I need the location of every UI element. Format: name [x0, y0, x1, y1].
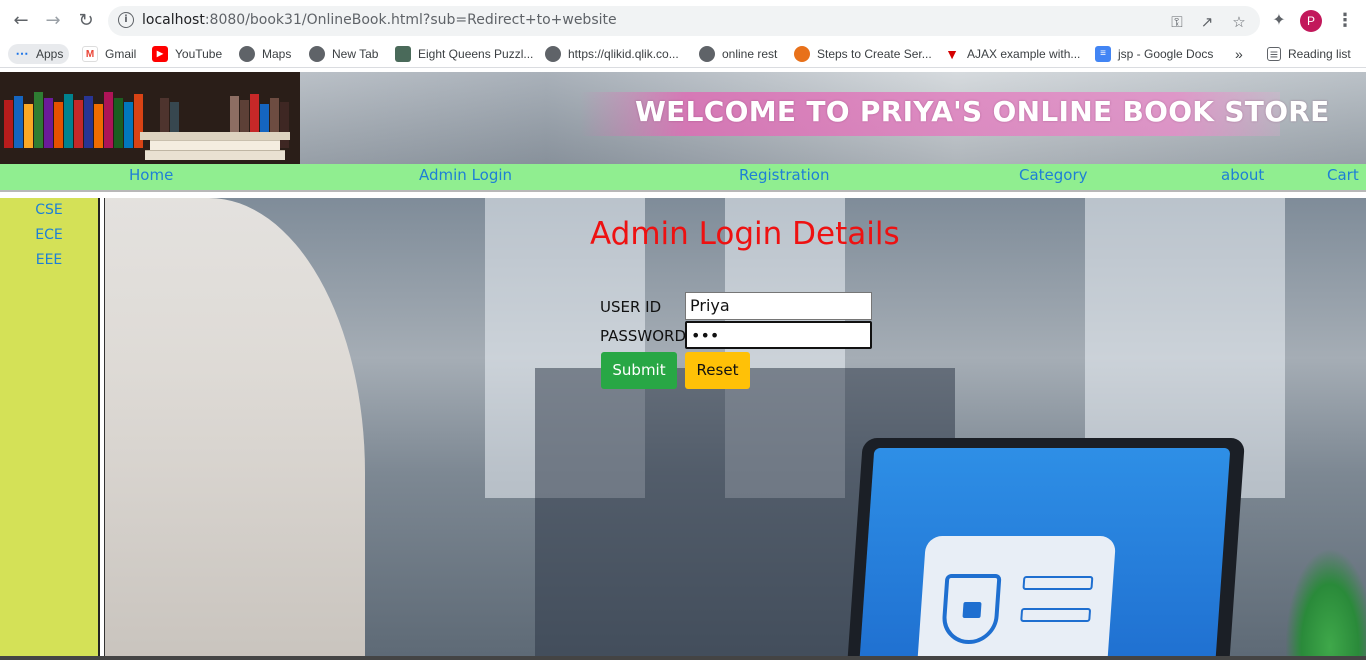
extensions-puzzle-icon[interactable]: ✦ [1269, 10, 1289, 30]
password-label: PASSWORD [600, 327, 687, 345]
share-icon[interactable]: ↗ [1198, 13, 1216, 31]
nav-category-link[interactable]: Category [1019, 166, 1088, 184]
bookmark-jsp-docs[interactable]: ≡ jsp - Google Docs [1095, 44, 1213, 64]
user-id-label: USER ID [600, 298, 662, 316]
user-id-input[interactable]: Priya [685, 292, 872, 320]
password-input[interactable]: ••• [685, 321, 872, 349]
shield-lock-icon [940, 574, 1002, 644]
web-page: WELCOME TO PRIYA'S ONLINE BOOK STORE Hom… [0, 72, 1366, 656]
reading-list-icon: ≡ [1267, 47, 1281, 61]
bookmark-new-tab[interactable]: New Tab [309, 44, 378, 64]
header-banner: WELCOME TO PRIYA'S ONLINE BOOK STORE [0, 72, 1366, 164]
bookmark-ajax[interactable]: ▼ AJAX example with... [944, 44, 1080, 64]
main-content-frame: Admin Login Details USER ID Priya PASSWO… [104, 198, 1366, 656]
url-text[interactable]: localhost:8080/book31/OnlineBook.html?su… [142, 12, 617, 28]
main-navbar: Home Admin Login Registration Category a… [0, 164, 1366, 192]
forward-arrow-icon[interactable]: → [42, 10, 64, 32]
sidebar-item-cse[interactable]: CSE [0, 202, 98, 218]
window-bottom-edge [0, 656, 1366, 660]
back-arrow-icon[interactable]: ← [10, 10, 32, 32]
bookmark-steps[interactable]: Steps to Create Ser... [794, 44, 932, 64]
background-plant-image [1285, 548, 1366, 656]
key-icon[interactable]: ⚿ [1168, 13, 1186, 31]
bookmark-online-rest[interactable]: online rest [699, 44, 777, 64]
submit-button[interactable]: Submit [601, 352, 677, 389]
login-form-title: Admin Login Details [590, 216, 900, 252]
nav-admin-login-link[interactable]: Admin Login [419, 166, 512, 184]
nav-registration-link[interactable]: Registration [739, 166, 829, 184]
nav-about-link[interactable]: about [1221, 166, 1264, 184]
bookmark-eight-queens[interactable]: Eight Queens Puzzl... [395, 44, 533, 64]
category-sidebar: CSE ECE EEE [0, 198, 100, 656]
globe-icon [699, 46, 715, 62]
gmail-icon: M [82, 46, 98, 62]
site-info-icon[interactable]: i [118, 12, 134, 28]
background-person-image [105, 198, 365, 656]
nav-cart-link[interactable]: Cart [1327, 166, 1359, 184]
google-docs-icon: ≡ [1095, 46, 1111, 62]
nav-home-link[interactable]: Home [129, 166, 173, 184]
browser-toolbar: ← → ↻ i localhost:8080/book31/OnlineBook… [0, 0, 1366, 40]
books-shelf-image [0, 72, 300, 164]
bookmark-apps[interactable]: ⋯ Apps [8, 44, 70, 64]
star-icon[interactable]: ☆ [1230, 13, 1248, 31]
globe-icon [239, 46, 255, 62]
sidebar-item-eee[interactable]: EEE [0, 252, 98, 268]
reset-button[interactable]: Reset [685, 352, 750, 389]
bookmark-qlikid[interactable]: https://qlikid.qlik.co... [545, 44, 679, 64]
browser-menu-icon[interactable]: ⋮ [1336, 10, 1354, 32]
bookmark-reading-list[interactable]: ≡ Reading list [1267, 44, 1351, 64]
apps-grid-icon: ⋯ [15, 46, 29, 61]
address-bar[interactable]: i localhost:8080/book31/OnlineBook.html?… [108, 6, 1260, 36]
ajax-site-icon: ▼ [945, 46, 959, 62]
bookmarks-bar: ⋯ Apps M Gmail ▶ YouTube Maps New Tab Eight… [0, 40, 1366, 68]
globe-icon [309, 46, 325, 62]
bookmark-gmail[interactable]: M Gmail [82, 44, 136, 64]
site-title: WELCOME TO PRIYA'S ONLINE BOOK STORE [635, 95, 1330, 128]
globe-icon [545, 46, 561, 62]
bookmark-youtube[interactable]: ▶ YouTube [152, 44, 222, 64]
sidebar-item-ece[interactable]: ECE [0, 227, 98, 243]
profile-avatar[interactable]: P [1300, 10, 1322, 32]
site-thumbnail-icon [395, 46, 411, 62]
reload-icon[interactable]: ↻ [75, 10, 97, 32]
youtube-icon: ▶ [152, 46, 168, 62]
bookmarks-overflow-chevron[interactable]: » [1235, 44, 1243, 64]
bookmark-maps[interactable]: Maps [239, 44, 291, 64]
background-laptop-image [846, 438, 1246, 656]
tutorial-site-icon [794, 46, 810, 62]
